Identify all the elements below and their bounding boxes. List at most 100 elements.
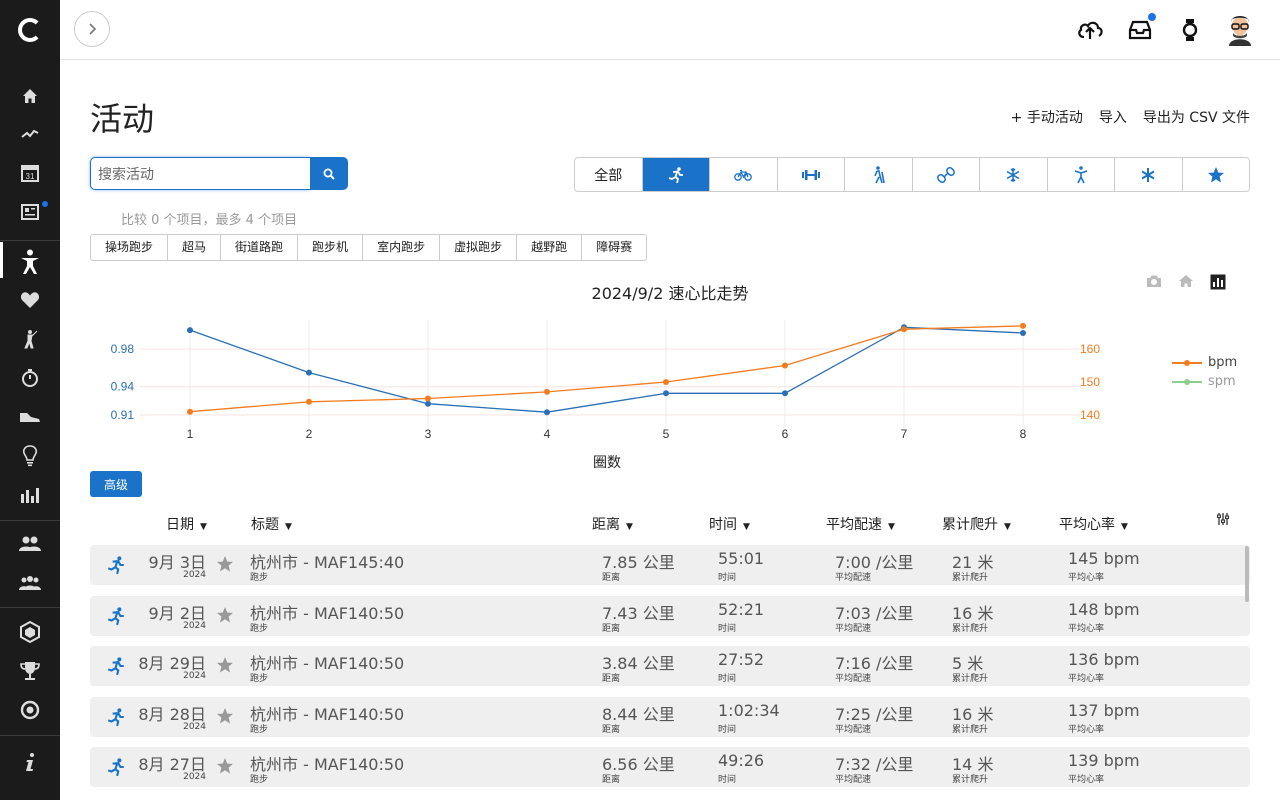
distance-label: 距离 [602, 623, 621, 634]
expand-sidebar-button[interactable] [74, 11, 110, 47]
activities-icon[interactable] [14, 248, 46, 276]
home-icon[interactable] [18, 84, 42, 108]
list-scrollbar[interactable] [1245, 546, 1249, 602]
subtype-button[interactable]: 跑步机 [298, 235, 364, 260]
filter-running-button[interactable] [642, 158, 710, 191]
filter-other-button[interactable] [1115, 158, 1183, 191]
table-row[interactable]: 8月 29日 2024 杭州市 - MAF140:50 跑步 3.84 公里 距… [90, 646, 1250, 686]
performance-stats-icon[interactable] [18, 122, 42, 146]
import-link[interactable]: 导入 [1099, 107, 1127, 127]
chart-data-icon[interactable] [1210, 274, 1226, 290]
favorite-star-icon[interactable] [216, 606, 234, 628]
hr-value: 137 bpm [1068, 700, 1140, 720]
search-input[interactable] [90, 157, 310, 190]
table-row[interactable]: 8月 27日 2024 杭州市 - MAF140:50 跑步 6.56 公里 距… [90, 747, 1250, 787]
export-csv-link[interactable]: 导出为 CSV 文件 [1143, 107, 1250, 127]
table-header: 日期 ▼ 标题 ▼ 距离 ▼ 时间 ▼ 平均配速 ▼ 累计爬升 ▼ 平均心率 ▼ [90, 512, 1250, 536]
manual-activity-link[interactable]: + 手动活动 [1011, 107, 1083, 127]
subtype-button[interactable]: 街道路跑 [221, 235, 299, 260]
table-row[interactable]: 9月 3日 2024 杭州市 - MAF145:40 跑步 7.85 公里 距离… [90, 545, 1250, 585]
subtype-button[interactable]: 障碍赛 [582, 235, 646, 260]
watch-device-icon[interactable] [1176, 16, 1204, 44]
badges-hexagon-icon[interactable] [18, 620, 42, 644]
activity-title-link[interactable]: 杭州市 - MAF140:50 [250, 650, 404, 674]
filter-all-button[interactable]: 全部 [575, 158, 643, 191]
favorite-star-icon[interactable] [216, 656, 234, 678]
activity-type: 跑步 [250, 724, 269, 735]
subtype-button[interactable]: 超马 [168, 235, 222, 260]
data-point [782, 390, 788, 397]
subtype-button[interactable]: 操场跑步 [91, 235, 169, 260]
filter-winter-sports-button[interactable] [980, 158, 1048, 191]
svg-text:31: 31 [26, 172, 35, 181]
table-row[interactable]: 8月 28日 2024 杭州市 - MAF140:50 跑步 8.44 公里 距… [90, 696, 1250, 737]
column-header-title[interactable]: 标题 ▼ [251, 514, 292, 534]
camera-icon[interactable] [1146, 274, 1162, 288]
app-logo-icon[interactable] [18, 18, 42, 42]
table-row[interactable]: 9月 2日 2024 杭州市 - MAF140:50 跑步 7.43 公里 距离… [90, 595, 1250, 636]
upload-cloud-icon[interactable] [1076, 16, 1104, 44]
chart-toolbar [1146, 274, 1226, 290]
legend-item-bpm[interactable]: bpm [1172, 353, 1237, 372]
activity-title-link[interactable]: 杭州市 - MAF140:50 [250, 751, 404, 775]
info-icon[interactable] [18, 750, 42, 774]
legend-label: bpm [1208, 355, 1238, 370]
target-icon[interactable] [18, 698, 42, 722]
subtype-button[interactable]: 越野跑 [517, 235, 583, 260]
data-point [1020, 330, 1026, 336]
favorite-star-icon[interactable] [216, 555, 234, 577]
column-header-avg-hr[interactable]: 平均心率 ▼ [1059, 514, 1128, 534]
filter-hiking-button[interactable] [845, 158, 913, 191]
column-header-ascent[interactable]: 累计爬升 ▼ [942, 514, 1011, 534]
sidebar-divider [0, 735, 60, 736]
favorite-star-icon[interactable] [216, 707, 234, 729]
column-header-time[interactable]: 时间 ▼ [709, 514, 750, 534]
filter-fitness-button[interactable] [1048, 158, 1115, 191]
calendar-icon[interactable]: 31 [18, 161, 42, 185]
time-label: 时间 [718, 724, 737, 735]
trophy-icon[interactable] [18, 659, 42, 683]
activity-title-link[interactable]: 杭州市 - MAF140:50 [250, 701, 404, 725]
ascent-label: 累计爬升 [952, 573, 989, 583]
column-header-distance[interactable]: 距离 ▼ [592, 514, 633, 534]
golf-icon[interactable] [18, 327, 42, 351]
home-reset-icon[interactable] [1178, 274, 1194, 288]
lightbulb-icon[interactable] [18, 444, 42, 468]
distance-label: 距离 [602, 674, 621, 684]
legend-item-spm[interactable]: spm [1172, 372, 1237, 391]
subtype-button[interactable]: 室内跑步 [363, 235, 441, 260]
news-feed-icon[interactable] [18, 200, 42, 224]
search-button[interactable] [310, 157, 348, 190]
advanced-button[interactable]: 高级 [90, 471, 142, 497]
column-settings-icon[interactable] [1216, 512, 1230, 530]
y-right-tick-label: 140 [1080, 408, 1100, 422]
user-avatar[interactable] [1224, 12, 1256, 46]
stopwatch-icon[interactable] [18, 366, 42, 390]
filter-cycling-button[interactable] [710, 158, 778, 191]
page-title: 活动 [90, 100, 155, 138]
subtype-button[interactable]: 虚拟跑步 [440, 235, 518, 260]
pace-label: 平均配速 [835, 674, 872, 684]
favorite-star-icon[interactable] [216, 757, 234, 779]
time-value: 49:26 [718, 751, 765, 770]
cycling-icon [734, 169, 753, 181]
filter-multisport-button[interactable] [913, 158, 980, 191]
data-point [663, 379, 669, 385]
fitness-icon [1074, 165, 1088, 183]
activity-title-link[interactable]: 杭州市 - MAF145:40 [250, 549, 404, 573]
ascent-label: 累计爬升 [952, 724, 989, 735]
shoe-icon[interactable] [18, 405, 42, 429]
sidebar-divider [0, 607, 60, 608]
compare-hint: 比较 0 个项目，最多 4 个项目 [121, 213, 298, 228]
column-header-date[interactable]: 日期 ▼ [166, 514, 207, 534]
sidebar-divider [0, 240, 60, 241]
filter-strength-button[interactable] [778, 158, 845, 191]
reports-bar-chart-icon[interactable] [18, 483, 42, 507]
x-tick-label: 2 [306, 427, 313, 441]
column-header-avg-pace[interactable]: 平均配速 ▼ [826, 514, 895, 534]
activity-title-link[interactable]: 杭州市 - MAF140:50 [250, 600, 404, 624]
connections-icon[interactable] [18, 532, 42, 556]
filter-favorites-button[interactable] [1183, 158, 1250, 191]
x-tick-label: 3 [425, 427, 432, 441]
groups-icon[interactable] [18, 571, 42, 595]
